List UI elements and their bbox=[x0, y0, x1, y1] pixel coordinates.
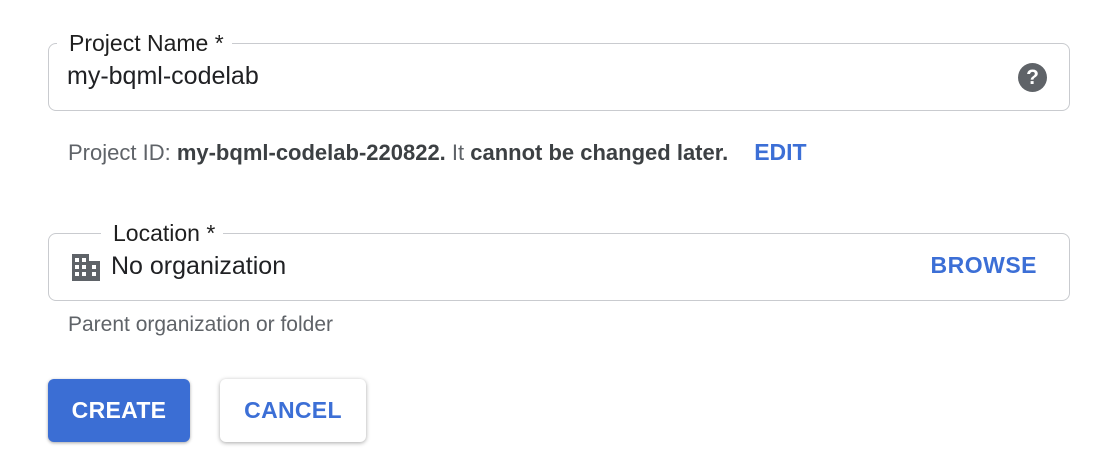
project-id-prefix: Project ID: bbox=[68, 140, 177, 165]
project-name-input[interactable]: my-bqml-codelab bbox=[67, 61, 259, 91]
cancel-button[interactable]: CANCEL bbox=[220, 379, 366, 442]
project-id-value: my-bqml-codelab-220822. bbox=[176, 140, 446, 165]
project-id-line: Project ID: my-bqml-codelab-220822. It c… bbox=[68, 138, 807, 167]
project-id-middle: It bbox=[445, 140, 471, 165]
project-name-label: Project Name * bbox=[57, 29, 232, 57]
project-name-field[interactable]: Project Name * my-bqml-codelab ? bbox=[48, 29, 1070, 111]
building-icon bbox=[72, 254, 100, 281]
edit-project-id-button[interactable]: EDIT bbox=[754, 139, 806, 165]
location-label: Location * bbox=[101, 219, 224, 247]
location-hint: Parent organization or folder bbox=[68, 313, 333, 336]
location-value: No organization bbox=[111, 252, 287, 280]
create-button[interactable]: CREATE bbox=[48, 379, 190, 442]
new-project-form: Project Name * my-bqml-codelab ? Project… bbox=[0, 0, 1119, 475]
location-field[interactable]: Location * No organization BROWSE bbox=[48, 219, 1070, 301]
project-id-warning: cannot be changed later. bbox=[470, 140, 729, 165]
browse-button[interactable]: BROWSE bbox=[931, 250, 1038, 280]
help-circle-icon[interactable]: ? bbox=[1018, 63, 1047, 92]
